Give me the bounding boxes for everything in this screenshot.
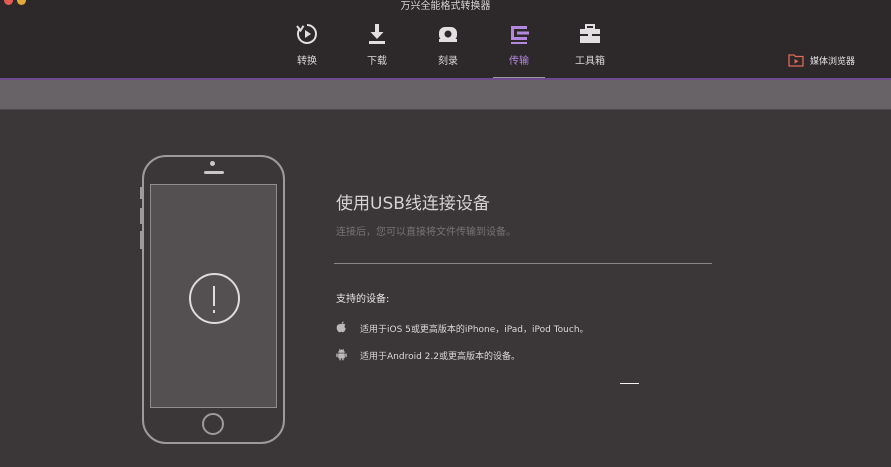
burn-disc-icon [439,27,457,42]
connect-description: 连接后，您可以直接将文件传输到设备。 [336,227,516,238]
tab-label: 刻录 [438,56,458,67]
transfer-subbar [0,80,891,110]
toolbox-icon [580,24,600,43]
media-browser-label: 媒体浏览器 [810,57,856,67]
phone-side-button [140,208,143,224]
transfer-panel [0,111,891,467]
main-toolbar: 转换 下载 刻录 传输 工具箱 媒体浏览器 [0,14,891,79]
phone-side-button [140,231,143,249]
phone-side-button [140,187,143,199]
tab-label: 传输 [509,56,529,67]
connect-heading: 使用USB线连接设备 [336,194,490,214]
window-title: 万兴全能格式转换器 [400,1,491,12]
tab-convert[interactable]: 转换 [281,14,333,78]
title-bar: 万兴全能格式转换器 [0,0,891,14]
android-support-text: 适用于Android 2.2或更高版本的设备。 [360,352,520,362]
media-browser-icon [788,54,804,67]
tab-label: 工具箱 [575,56,605,67]
tab-label: 转换 [297,56,317,67]
section-divider [334,263,712,264]
supported-devices-title: 支持的设备: [336,294,390,305]
tab-download[interactable]: 下载 [351,14,403,78]
tab-label: 下载 [367,56,387,67]
convert-icon [296,24,317,44]
ios-support-text: 适用于iOS 5或更高版本的iPhone，iPad，iPod Touch。 [360,325,589,335]
tab-burn[interactable]: 刻录 [422,14,474,78]
apple-icon [336,321,346,333]
download-icon [369,24,385,44]
tab-transfer[interactable]: 传输 [493,14,545,78]
android-icon [336,348,347,361]
app-window: 万兴全能格式转换器 转换 下载 刻录 传输 工具箱 媒体浏览器 使用USB线连接… [0,0,891,467]
text-cursor-mark [620,383,639,384]
transfer-icon [511,26,529,44]
tab-toolbox[interactable]: 工具箱 [564,14,616,78]
phone-speaker [204,171,224,174]
phone-camera [210,161,215,166]
phone-home-button [202,413,224,435]
